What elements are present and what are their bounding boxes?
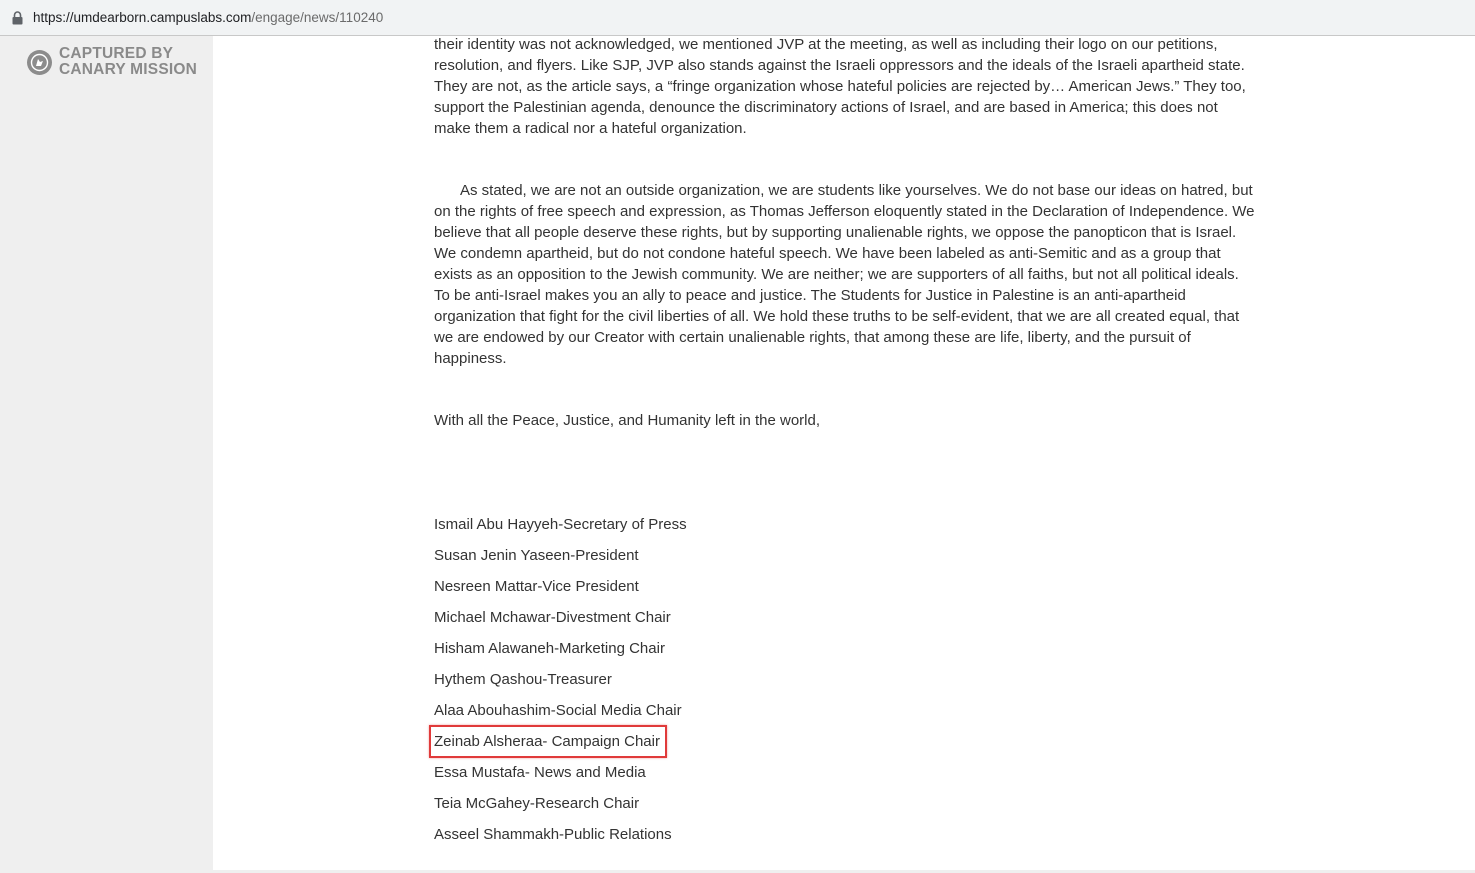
watermark-text: CAPTURED BY CANARY MISSION: [59, 46, 197, 78]
url-host: https://umdearborn.campuslabs.com: [33, 10, 252, 25]
list-item: Essa Mustafa- News and Media: [434, 764, 646, 781]
list-item: Susan Jenin Yaseen-President: [434, 547, 639, 564]
canary-mission-watermark: CAPTURED BY CANARY MISSION: [27, 46, 227, 82]
left-sidebar: CAPTURED BY CANARY MISSION: [0, 36, 213, 873]
list-item: Michael Mchawar-Divestment Chair: [434, 609, 671, 626]
list-item: Ismail Abu Hayyeh-Secretary of Press: [434, 516, 687, 533]
list-item: Hisham Alawaneh-Marketing Chair: [434, 640, 665, 657]
canary-logo-icon: [27, 50, 52, 75]
article-closing: With all the Peace, Justice, and Humanit…: [434, 412, 821, 429]
highlight-annotation-box: [429, 725, 667, 758]
list-item: Hythem Qashou-Treasurer: [434, 671, 612, 688]
signatories-list: Ismail Abu Hayyeh-Secretary of Press Sus…: [434, 514, 854, 855]
watermark-line-2: CANARY MISSION: [59, 61, 198, 78]
url-text[interactable]: https://umdearborn.campuslabs.com/engage…: [33, 9, 383, 27]
list-item: Nesreen Mattar-Vice President: [434, 578, 639, 595]
url-path: /engage/news/110240: [251, 10, 384, 25]
article-paragraph-2: As stated, we are not an outside organiz…: [434, 182, 1255, 367]
list-item: Teia McGahey-Research Chair: [434, 795, 640, 812]
list-item: Asseel Shammakh-Public Relations: [434, 826, 672, 843]
browser-address-bar[interactable]: https://umdearborn.campuslabs.com/engage…: [0, 0, 1475, 36]
article-paragraph-1: their identity was not acknowledged, we …: [434, 36, 1246, 137]
watermark-line-1: CAPTURED BY: [59, 45, 174, 62]
lock-icon: [12, 11, 23, 25]
